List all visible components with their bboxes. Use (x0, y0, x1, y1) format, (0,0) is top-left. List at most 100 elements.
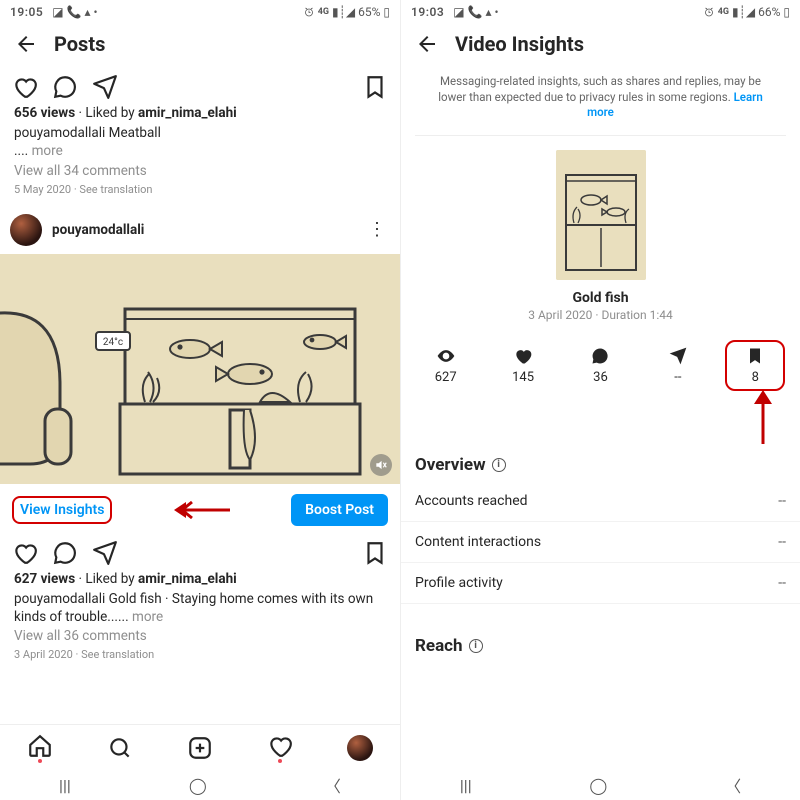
status-time: 19:05 (10, 5, 43, 19)
annotation-arrow-up (748, 388, 778, 444)
post-menu-icon[interactable]: ⋮ (368, 219, 390, 240)
status-more-icon: • (495, 5, 499, 19)
nav-back[interactable]: 〈 (725, 773, 741, 797)
status-notification-icon: ◪ (453, 5, 464, 19)
video-thumbnail[interactable] (556, 150, 646, 280)
like-icon[interactable] (12, 540, 38, 566)
status-battery-text: 66% (758, 5, 780, 19)
back-icon[interactable] (14, 32, 38, 56)
share-icon[interactable] (92, 74, 118, 100)
activity-icon (267, 733, 293, 759)
post1-views-line: 656 views · Liked by amir_nima_elahi (0, 102, 400, 124)
author-avatar[interactable] (10, 214, 42, 246)
comment-icon (590, 346, 610, 366)
status-app-icon: ▴ (486, 5, 492, 19)
save-icon[interactable] (362, 540, 388, 566)
post1-caption: pouyamodallali Meatball (0, 124, 400, 142)
info-icon[interactable]: i (469, 639, 483, 653)
see-translation-link[interactable]: · See translation (71, 183, 152, 196)
status-notification-icon: ◪ (52, 5, 63, 19)
post1-date-row: 5 May 2020 · See translation (0, 181, 400, 206)
view-insights-button[interactable]: View Insights (12, 496, 112, 524)
post2-header: pouyamodallali ⋮ (0, 206, 400, 254)
post1-more[interactable]: .... more (0, 142, 400, 160)
android-nav-bar: ||| ◯ 〈 (0, 770, 400, 800)
post2-media[interactable]: 24°c (0, 254, 400, 484)
send-icon (668, 346, 688, 366)
post1-action-row (0, 68, 400, 102)
status-battery-icon: ▯ (383, 5, 390, 19)
author-username[interactable]: pouyamodallali (52, 222, 358, 238)
status-battery-text: 65% (358, 5, 380, 19)
status-signal-icon: ▮┊◢ (332, 5, 355, 19)
app-header: Video Insights (401, 22, 800, 68)
svg-text:24°c: 24°c (103, 337, 123, 348)
tab-search[interactable] (107, 735, 133, 761)
alarm-icon (303, 6, 315, 18)
android-nav-bar: ||| ◯ 〈 (401, 770, 800, 800)
feed-scroll[interactable]: 656 views · Liked by amir_nima_elahi pou… (0, 68, 400, 724)
tab-create[interactable] (187, 735, 213, 761)
eye-icon (436, 346, 456, 366)
status-more-icon: • (94, 5, 98, 19)
post2-more[interactable]: more (132, 609, 163, 625)
search-icon (107, 735, 133, 761)
stat-views: 627 (416, 346, 476, 385)
status-network: 4G (318, 7, 329, 17)
video-summary: Gold fish 3 April 2020 · Duration 1:44 (401, 146, 800, 322)
alarm-icon (703, 6, 715, 18)
android-status-bar: 19:03 ◪ 📞 ▴ • 4G ▮┊◢ 66% ▯ (401, 0, 800, 22)
status-app-icon: ▴ (85, 5, 91, 19)
comment-icon[interactable] (52, 540, 78, 566)
create-icon (187, 735, 213, 761)
heart-icon (513, 346, 533, 366)
overview-row-content-interactions[interactable]: Content interactions-- (401, 522, 800, 563)
nav-back[interactable]: 〈 (325, 773, 341, 797)
nav-recents[interactable]: ||| (460, 776, 472, 795)
post2-liked-by[interactable]: amir_nima_elahi (138, 571, 237, 587)
post2-illustration: 24°c (0, 254, 400, 484)
boost-post-button[interactable]: Boost Post (291, 494, 388, 526)
nav-home[interactable]: ◯ (189, 776, 207, 795)
back-icon[interactable] (415, 32, 439, 56)
nav-home[interactable]: ◯ (589, 776, 607, 795)
overview-row-profile-activity[interactable]: Profile activity-- (401, 563, 800, 604)
overview-title: Overview (415, 455, 486, 475)
post1-liked-by[interactable]: amir_nima_elahi (138, 105, 237, 121)
see-translation-link[interactable]: · See translation (73, 648, 154, 661)
post2-views: 627 views (14, 571, 75, 587)
tab-profile[interactable] (347, 735, 373, 761)
bottom-tab-bar (0, 724, 400, 770)
android-status-bar: 19:05 ◪ 📞 ▴ • 4G ▮┊◢ 65% ▯ (0, 0, 400, 22)
info-icon[interactable]: i (492, 458, 506, 472)
post2-view-comments[interactable]: View all 36 comments (0, 626, 400, 646)
like-icon[interactable] (12, 74, 38, 100)
save-icon[interactable] (362, 74, 388, 100)
separator (415, 135, 786, 136)
reach-title: Reach (415, 636, 463, 656)
video-subtitle: 3 April 2020 · Duration 1:44 (528, 308, 673, 322)
post2-caption: pouyamodallali Gold fish · Staying home … (0, 590, 400, 626)
post2-date-row: 3 April 2020 · See translation (0, 646, 400, 671)
stat-comments: 36 (570, 346, 630, 385)
stat-likes: 145 (493, 346, 553, 385)
share-icon[interactable] (92, 540, 118, 566)
stats-row: 627 145 36 -- 8 (401, 322, 800, 401)
posts-screen: 19:05 ◪ 📞 ▴ • 4G ▮┊◢ 65% ▯ Posts (0, 0, 400, 800)
overview-row-accounts-reached[interactable]: Accounts reached-- (401, 481, 800, 522)
page-title: Posts (54, 32, 105, 56)
stat-shares: -- (648, 346, 708, 385)
video-title: Gold fish (572, 290, 628, 306)
mute-icon[interactable] (370, 454, 392, 476)
post1-view-comments[interactable]: View all 34 comments (0, 161, 400, 181)
app-header: Posts (0, 22, 400, 68)
nav-recents[interactable]: ||| (59, 776, 71, 795)
comment-icon[interactable] (52, 74, 78, 100)
tab-activity[interactable] (267, 733, 293, 763)
tab-home[interactable] (27, 733, 53, 763)
privacy-notice: Messaging-related insights, such as shar… (401, 68, 800, 125)
post1-views: 656 views (14, 105, 75, 121)
stat-saves: 8 (725, 340, 785, 391)
insights-boost-row: View Insights Boost Post (0, 484, 400, 534)
status-call-icon: 📞 (468, 5, 483, 19)
